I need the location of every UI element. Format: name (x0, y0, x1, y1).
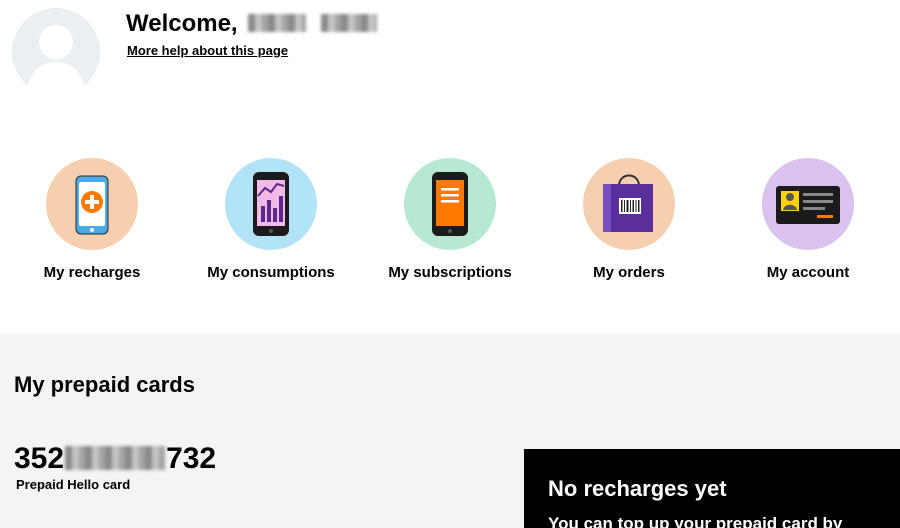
orders-circle (583, 158, 675, 250)
panel-text: You can top up your prepaid card by (548, 514, 843, 528)
card-number-end: 732 (166, 442, 217, 475)
prepaid-cards-section: My prepaid cards 352 732 Prepaid Hello ca… (0, 334, 900, 528)
quick-link-my-consumptions[interactable]: My consumptions (181, 158, 361, 281)
quick-link-my-recharges[interactable]: My recharges (2, 158, 182, 281)
quick-links: My recharges My consumptions My subscrip… (0, 158, 900, 288)
tile-label: My consumptions (207, 264, 335, 281)
quick-link-my-subscriptions[interactable]: My subscriptions (360, 158, 540, 281)
card-number: 352 732 (14, 442, 216, 476)
welcome-label: Welcome, (126, 10, 238, 37)
card-type: Prepaid Hello card (16, 477, 131, 492)
panel-title: No recharges yet (548, 476, 727, 501)
quick-link-my-account[interactable]: My account (718, 158, 898, 281)
tile-label: My recharges (43, 264, 141, 281)
tile-label: My account (766, 264, 850, 281)
recharges-circle (46, 158, 138, 250)
tile-label: My orders (593, 264, 665, 281)
redacted-last-name (320, 14, 377, 32)
subscriptions-circle (404, 158, 496, 250)
help-link[interactable]: More help about this page (127, 43, 288, 58)
id-card-icon (776, 186, 840, 224)
redacted-card-digits (65, 446, 166, 470)
user-placeholder-icon (12, 8, 100, 96)
card-number-start: 352 (14, 442, 65, 475)
phone-list-icon (432, 172, 468, 236)
redacted-first-name (248, 14, 307, 32)
account-circle (762, 158, 854, 250)
tile-label: My subscriptions (388, 264, 512, 281)
consumptions-circle (225, 158, 317, 250)
phone-chart-icon (253, 172, 289, 236)
shopping-bag-icon (603, 174, 653, 232)
recharges-panel: No recharges yet You can top up your pre… (524, 449, 900, 528)
avatar (12, 8, 100, 96)
welcome-heading: Welcome, (126, 10, 377, 38)
section-title: My prepaid cards (14, 372, 195, 397)
phone-plus-icon (75, 175, 109, 235)
quick-link-my-orders[interactable]: My orders (539, 158, 719, 281)
